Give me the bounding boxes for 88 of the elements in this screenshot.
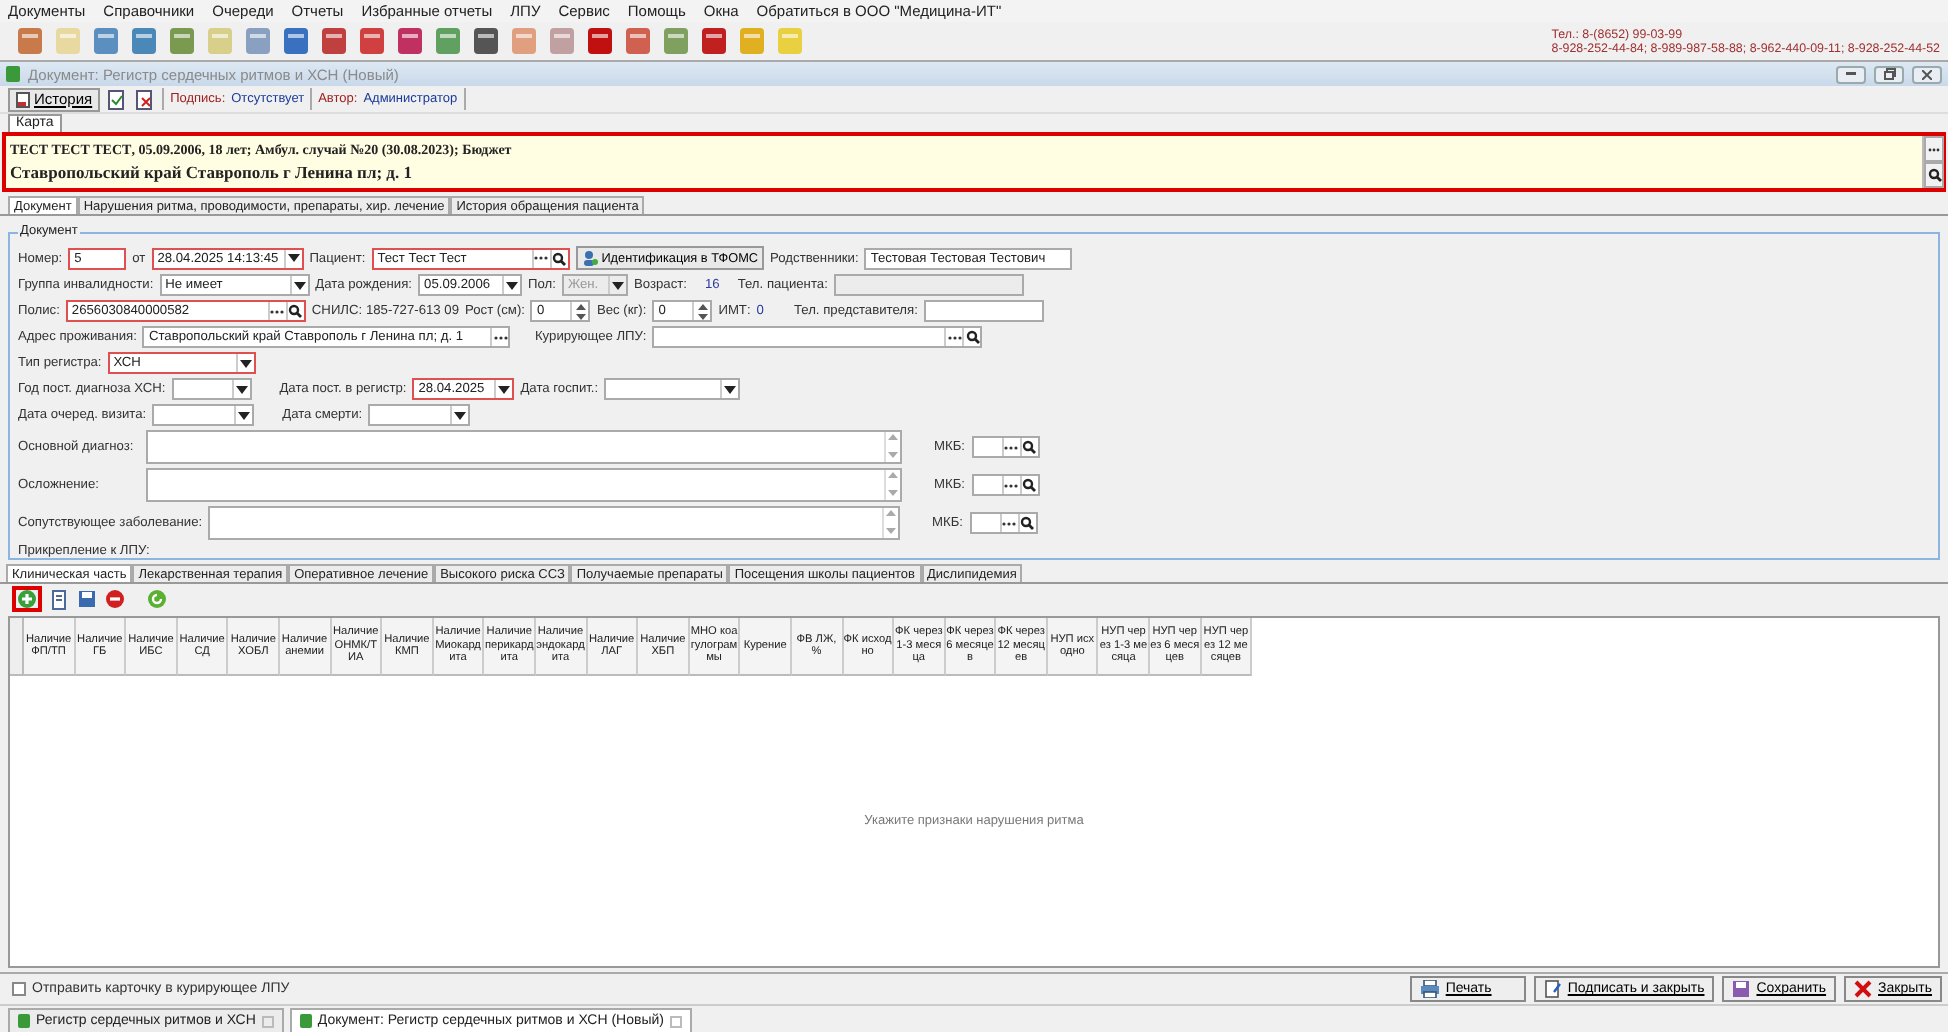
toolbar-tile-icon[interactable] bbox=[244, 26, 272, 56]
toolbar-tile-icon[interactable] bbox=[320, 26, 348, 56]
search-icon[interactable] bbox=[965, 330, 980, 344]
document-check-icon bbox=[108, 89, 127, 109]
dropdown-arrow-icon[interactable] bbox=[238, 411, 251, 419]
document-icon bbox=[6, 66, 20, 82]
lookup-field[interactable] bbox=[971, 474, 1039, 496]
restore-icon bbox=[1883, 68, 1895, 80]
toolbar-tile-icon[interactable] bbox=[700, 26, 728, 56]
search-button[interactable] bbox=[1924, 162, 1944, 188]
dropdown-field[interactable] bbox=[368, 404, 471, 426]
lookup-field[interactable] bbox=[652, 326, 983, 348]
search-icon[interactable] bbox=[1020, 516, 1034, 530]
dropdown-arrow-icon[interactable] bbox=[287, 254, 300, 262]
scroll-arrows-icon bbox=[886, 432, 900, 460]
spinner-arrows-icon[interactable] bbox=[575, 303, 586, 319]
toolbar-tile-icon[interactable] bbox=[92, 26, 120, 56]
scroll-arrows-icon bbox=[884, 508, 898, 536]
toolbar-tile-icon[interactable] bbox=[358, 26, 386, 56]
toolbar-tile-icon[interactable] bbox=[54, 26, 82, 56]
toolbar-tile-icon[interactable] bbox=[130, 26, 158, 56]
dropdown-arrow-icon[interactable] bbox=[235, 385, 248, 393]
dropdown-arrow-icon[interactable] bbox=[293, 281, 306, 289]
delete-button[interactable] bbox=[104, 588, 126, 610]
close-button[interactable] bbox=[1912, 65, 1942, 83]
toolbar-tile-icon[interactable] bbox=[776, 26, 804, 56]
dropdown-arrow-icon[interactable] bbox=[498, 385, 511, 393]
sign-document-button[interactable] bbox=[106, 88, 129, 110]
document-icon bbox=[1543, 980, 1562, 998]
pin-icon bbox=[669, 1015, 682, 1027]
document-cross-icon bbox=[136, 89, 155, 109]
toolbar-tile-icon[interactable] bbox=[586, 26, 614, 56]
row-selector-header bbox=[10, 618, 24, 676]
pin-icon bbox=[261, 1015, 274, 1027]
document-icon bbox=[18, 1014, 30, 1028]
save-button[interactable] bbox=[76, 588, 98, 610]
minus-circle-icon bbox=[106, 590, 124, 608]
toolbar-tile-icon[interactable] bbox=[510, 26, 538, 56]
diagnosis-input[interactable] bbox=[146, 430, 902, 464]
diagnosis-input[interactable] bbox=[208, 506, 900, 540]
dropdown-arrow-icon[interactable] bbox=[454, 411, 467, 419]
toolbar-tile-icon[interactable] bbox=[548, 26, 576, 56]
unsign-document-button[interactable] bbox=[134, 88, 157, 110]
dropdown-field[interactable] bbox=[171, 378, 252, 400]
add-icon bbox=[18, 590, 36, 608]
search-icon[interactable] bbox=[1022, 440, 1036, 454]
search-icon[interactable] bbox=[1927, 168, 1941, 182]
dropdown-arrow-icon[interactable] bbox=[506, 281, 519, 289]
toolbar-tile-icon[interactable] bbox=[16, 26, 44, 56]
toolbar-tile-icon[interactable] bbox=[206, 26, 234, 56]
person-icon bbox=[581, 250, 598, 266]
lookup-field[interactable] bbox=[971, 436, 1039, 458]
spinner-arrows-icon[interactable] bbox=[697, 303, 708, 319]
document-icon bbox=[299, 1014, 312, 1028]
toolbar-tile-icon[interactable] bbox=[168, 26, 196, 56]
refresh-icon bbox=[148, 590, 166, 608]
diagnosis-input[interactable] bbox=[146, 468, 902, 502]
dropdown-field[interactable] bbox=[152, 404, 255, 426]
more-button[interactable] bbox=[1924, 136, 1944, 162]
dropdown-field[interactable] bbox=[604, 378, 741, 400]
checkbox[interactable] bbox=[12, 982, 26, 996]
toolbar-tile-icon[interactable] bbox=[624, 26, 652, 56]
document-icon bbox=[51, 589, 67, 609]
search-icon[interactable] bbox=[1022, 478, 1036, 492]
printer-icon bbox=[1419, 980, 1440, 998]
dropdown-arrow-icon[interactable] bbox=[239, 359, 252, 367]
input-field[interactable] bbox=[923, 300, 1044, 322]
close-icon bbox=[1922, 69, 1932, 79]
toolbar-tile-icon[interactable] bbox=[434, 26, 462, 56]
toolbar-tile-icon[interactable] bbox=[738, 26, 766, 56]
restore-button[interactable] bbox=[1874, 65, 1904, 83]
add-button[interactable] bbox=[12, 586, 42, 612]
refresh-button[interactable] bbox=[146, 588, 168, 610]
patient-address: Ставропольский край Ставрополь г Ленина пл; д. 1 bbox=[10, 162, 414, 182]
toolbar-tile-icon[interactable] bbox=[662, 26, 690, 56]
toolbar-tile-icon[interactable] bbox=[472, 26, 500, 56]
close-icon bbox=[1854, 980, 1873, 998]
edit-button[interactable] bbox=[48, 588, 70, 610]
minimize-icon bbox=[1846, 72, 1856, 76]
toolbar-tile-icon[interactable] bbox=[396, 26, 424, 56]
dropdown-arrow-icon[interactable] bbox=[724, 385, 737, 393]
minimize-button[interactable] bbox=[1836, 65, 1866, 83]
scroll-arrows-icon bbox=[886, 470, 900, 498]
search-icon[interactable] bbox=[288, 304, 303, 318]
search-icon[interactable] bbox=[552, 251, 567, 265]
toolbar-tile-icon[interactable] bbox=[282, 26, 310, 56]
lookup-field[interactable] bbox=[969, 512, 1037, 534]
document-icon bbox=[16, 91, 30, 107]
